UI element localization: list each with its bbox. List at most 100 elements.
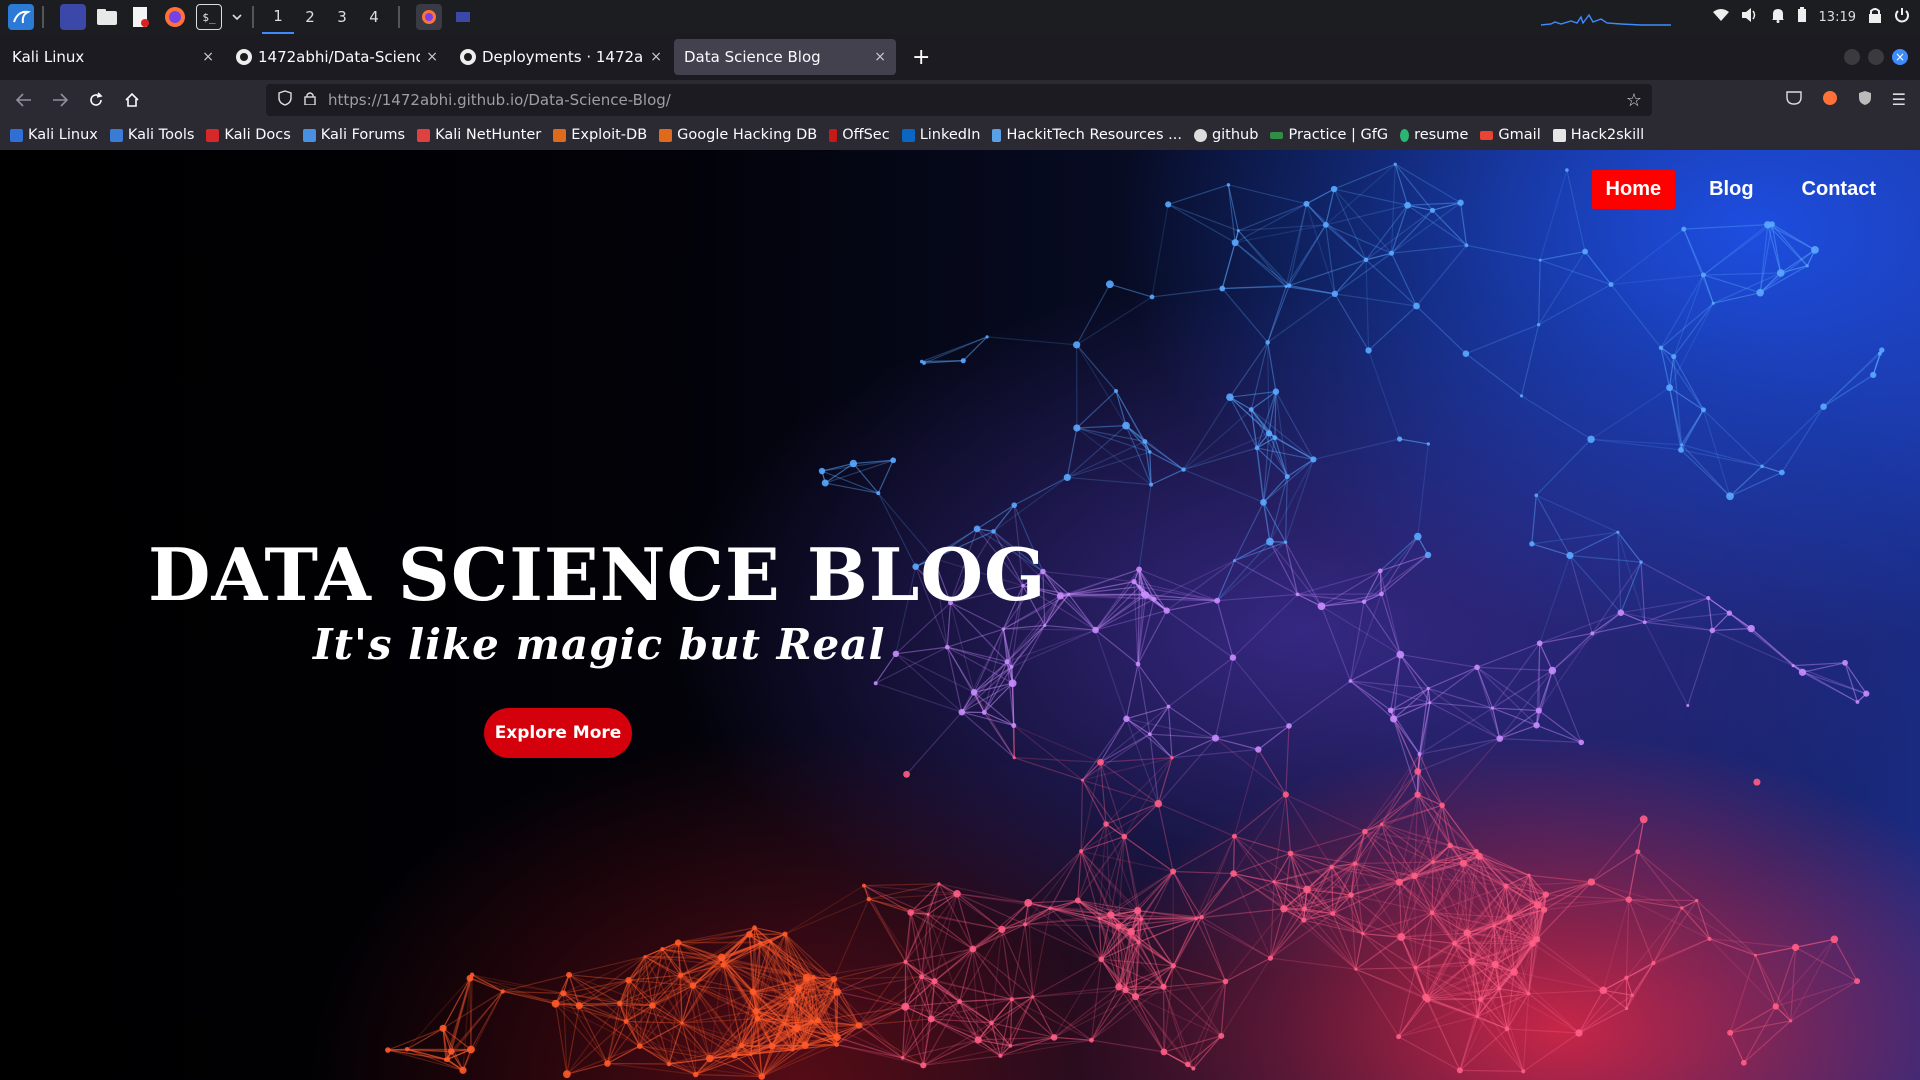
tracking-shield-icon[interactable]: [278, 90, 292, 110]
bookmark-google-hacking-db[interactable]: Google Hacking DB: [659, 127, 817, 143]
kali-docs-icon: [206, 128, 220, 142]
new-tab-button[interactable]: +: [912, 45, 930, 70]
bookmark-hackittech[interactable]: HackitTech Resources ...: [992, 127, 1182, 143]
maximize-button[interactable]: [1868, 49, 1884, 65]
explore-more-button[interactable]: Explore More: [484, 708, 632, 758]
lock-icon[interactable]: [304, 91, 316, 109]
bookmark-hack2skill[interactable]: Hack2skill: [1552, 127, 1645, 143]
github-icon: [236, 49, 252, 65]
home-button[interactable]: [114, 82, 150, 118]
terminal-icon[interactable]: $_: [196, 4, 222, 30]
bookmark-kali-docs[interactable]: Kali Docs: [206, 127, 291, 143]
firefox-window-icon[interactable]: [416, 4, 442, 30]
tab-title: Kali Linux: [12, 48, 85, 66]
extension-fox-icon[interactable]: [1822, 90, 1838, 110]
kali-icon: [10, 128, 23, 142]
workspace-4[interactable]: 4: [358, 0, 390, 34]
file-manager-icon[interactable]: [94, 4, 120, 30]
workspace-1[interactable]: 1: [262, 0, 294, 34]
bookmark-label: resume: [1414, 127, 1469, 143]
url-path: /Data-Science-Blog/: [523, 91, 671, 109]
desktop-icon[interactable]: [60, 4, 86, 30]
window-icon[interactable]: [450, 4, 476, 30]
exploit-db-icon: [553, 128, 567, 142]
bookmarks-bar: Kali Linux Kali Tools Kali Docs Kali For…: [0, 120, 1920, 150]
close-icon[interactable]: ×: [650, 49, 662, 65]
tab-deployments[interactable]: Deployments · 1472abhi/D ×: [450, 39, 672, 75]
kali-menu-icon[interactable]: [8, 4, 34, 30]
hamburger-menu-icon[interactable]: ☰: [1892, 90, 1906, 110]
bookmark-label: Google Hacking DB: [677, 127, 818, 143]
minimize-button[interactable]: [1844, 49, 1860, 65]
workspace-2[interactable]: 2: [294, 0, 326, 34]
bookmark-label: Kali Tools: [127, 127, 195, 143]
chevron-down-icon[interactable]: [230, 4, 244, 30]
bookmark-gmail[interactable]: Gmail: [1480, 127, 1541, 143]
back-button[interactable]: [6, 82, 42, 118]
bookmark-label: Practice | GfG: [1288, 127, 1389, 143]
bookmark-resume[interactable]: resume: [1400, 127, 1468, 143]
hero-subtitle: It's like magic but Real: [313, 620, 886, 669]
tab-kali-linux[interactable]: Kali Linux ×: [2, 39, 224, 75]
close-icon[interactable]: ×: [874, 49, 886, 65]
bookmark-kali-linux[interactable]: Kali Linux: [10, 127, 98, 143]
bookmark-exploit-db[interactable]: Exploit-DB: [553, 127, 647, 143]
pocket-icon[interactable]: [1785, 90, 1802, 110]
wifi-icon[interactable]: [1712, 8, 1729, 26]
hackittech-icon: [992, 128, 1002, 142]
url-bar[interactable]: https://1472abhi.github.io /Data-Science…: [266, 84, 1652, 116]
lock-icon[interactable]: [1868, 7, 1882, 27]
bookmark-label: OffSec: [842, 127, 890, 143]
battery-icon[interactable]: [1797, 7, 1807, 27]
close-icon[interactable]: ×: [426, 49, 438, 65]
bookmark-label: Kali NetHunter: [435, 127, 542, 143]
taskbar-separator: [252, 6, 254, 28]
bookmark-github[interactable]: github: [1193, 127, 1258, 143]
bookmark-label: Kali Docs: [224, 127, 291, 143]
bookmark-star-icon[interactable]: ☆: [1626, 90, 1642, 111]
bookmark-label: Exploit-DB: [571, 127, 648, 143]
text-editor-icon[interactable]: [128, 4, 154, 30]
forward-button[interactable]: [42, 82, 78, 118]
page-viewport: Home Blog Contact DATA SCIENCE BLOG It's…: [0, 150, 1920, 1080]
nav-contact-link[interactable]: Contact: [1788, 170, 1890, 209]
bookmark-kali-forums[interactable]: Kali Forums: [302, 127, 406, 143]
firefox-icon[interactable]: [162, 4, 188, 30]
taskbar-separator: [42, 6, 44, 28]
bookmark-kali-tools[interactable]: Kali Tools: [109, 127, 195, 143]
nav-blog-link[interactable]: Blog: [1695, 170, 1767, 209]
bookmark-label: HackitTech Resources ...: [1006, 127, 1182, 143]
notification-bell-icon[interactable]: [1771, 7, 1785, 27]
tab-data-science-blog[interactable]: Data Science Blog ×: [674, 39, 896, 75]
bookmark-offsec[interactable]: OffSec: [829, 127, 890, 143]
bookmark-label: Hack2skill: [1570, 127, 1645, 143]
clock[interactable]: 13:19: [1819, 10, 1856, 25]
tab-title: 1472abhi/Data-Science-Bl: [258, 48, 421, 66]
workspace-3[interactable]: 3: [326, 0, 358, 34]
bookmark-linkedin[interactable]: LinkedIn: [901, 127, 981, 143]
bookmark-kali-nethunter[interactable]: Kali NetHunter: [417, 127, 541, 143]
reload-button[interactable]: [78, 82, 114, 118]
hero-title: DATA SCIENCE BLOG: [148, 532, 1047, 617]
toolbar-right: ☰: [1785, 90, 1906, 110]
offsec-icon: [829, 128, 838, 142]
shield-extension-icon[interactable]: [1858, 90, 1872, 110]
taskbar: $_ 1 2 3 4 13:19: [0, 0, 1920, 34]
bookmark-label: Kali Linux: [28, 127, 98, 143]
resume-icon: [1400, 128, 1410, 142]
bookmark-label: LinkedIn: [919, 127, 981, 143]
tab-github-repo[interactable]: 1472abhi/Data-Science-Bl ×: [226, 39, 448, 75]
kali-tools-icon: [109, 128, 123, 142]
window-close-button[interactable]: ×: [1892, 49, 1908, 65]
gfg-icon: [1270, 131, 1284, 139]
bookmark-gfg[interactable]: Practice | GfG: [1270, 127, 1388, 143]
system-tray: 13:19: [1540, 0, 1920, 34]
power-icon[interactable]: [1894, 7, 1910, 27]
taskbar-separator: [398, 6, 400, 28]
volume-icon[interactable]: [1741, 7, 1759, 27]
nav-home-link[interactable]: Home: [1591, 170, 1676, 209]
bookmark-label: Gmail: [1498, 127, 1541, 143]
close-icon[interactable]: ×: [202, 49, 214, 65]
bookmark-label: Kali Forums: [320, 127, 406, 143]
window-controls: ×: [1844, 49, 1908, 65]
